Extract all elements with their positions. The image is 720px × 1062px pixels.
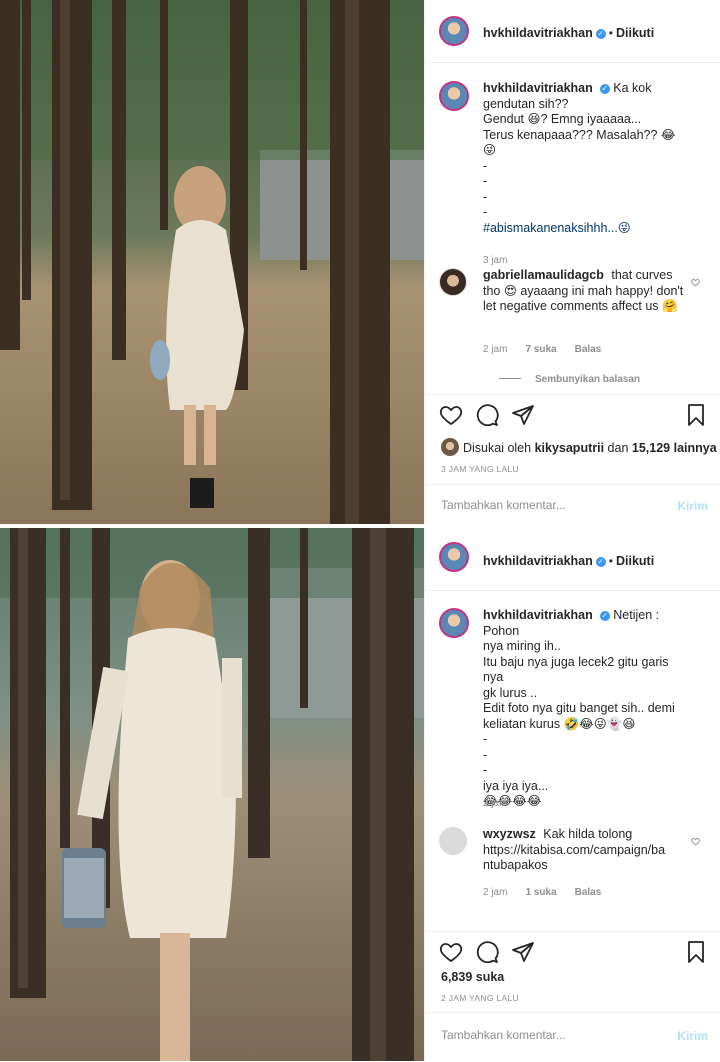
post-photo[interactable]	[0, 0, 424, 524]
heart-icon[interactable]	[439, 940, 463, 964]
caption-time[interactable]: 3 jam	[483, 255, 507, 266]
comment-time[interactable]: 2 jam	[483, 887, 507, 898]
caption-line: -	[483, 747, 488, 762]
caption-time[interactable]: 2 jam	[483, 798, 507, 809]
comment-input[interactable]	[439, 1027, 653, 1043]
caption-username[interactable]: hvkhildavitriakhan	[483, 81, 593, 95]
hashtag-link[interactable]: #abismakanenaksihhh...😜	[483, 221, 631, 235]
liker-avatar[interactable]	[441, 438, 459, 456]
comment-like-heart-icon[interactable]	[691, 837, 700, 846]
bookmark-icon[interactable]	[684, 940, 708, 964]
commenter-avatar[interactable]	[439, 268, 467, 296]
post-timestamp[interactable]: 3 JAM YANG LALU	[441, 464, 519, 474]
comment-likes[interactable]: 7 suka	[525, 344, 556, 355]
liked-by-prefix: Disukai oleh	[463, 441, 532, 455]
liked-by-joiner: dan	[607, 441, 629, 455]
caption-line: gk lurus ..	[483, 685, 538, 700]
reply-button[interactable]: Balas	[575, 887, 602, 898]
action-bar	[425, 931, 720, 968]
likes-count[interactable]: 6,839 suka	[441, 970, 504, 984]
caption-text: hvkhildavitriakhan ✓ Ka kok gendutan sih?…	[483, 81, 688, 236]
author-avatar[interactable]	[439, 542, 469, 572]
comment-link[interactable]: ntubapakos	[483, 858, 548, 872]
caption-line: keliatan kurus 🤣😂😜👻😆	[483, 716, 636, 731]
comment-meta: 2 jam 1 suka Balas	[483, 887, 619, 898]
post-timestamp[interactable]: 2 JAM YANG LALU	[441, 993, 519, 1003]
hide-replies-button[interactable]: Sembunyikan balasan	[499, 374, 640, 385]
comment-meta: 2 jam 7 suka Balas	[483, 344, 619, 355]
caption-meta: 3 jam	[483, 255, 525, 266]
separator-dot: •	[608, 26, 613, 40]
caption-line: iya iya iya...	[483, 778, 549, 793]
follow-status-button[interactable]: Diikuti	[616, 554, 654, 568]
author-avatar[interactable]	[439, 16, 469, 46]
author-username[interactable]: hvkhildavitriakhan	[483, 26, 593, 40]
post-sidebar: hvkhildavitriakhan ✓ • Diikuti hvkhildavitr…	[424, 0, 720, 524]
caption-line: -	[483, 174, 488, 188]
comment-like-heart-icon[interactable]	[691, 278, 700, 287]
caption-line: Gendut 😆? Emng iyaaaaa...	[483, 112, 642, 126]
verified-badge-icon: ✓	[599, 611, 610, 621]
post-2: hvkhildavitriakhan ✓ • Diikuti hvkhildavitr…	[0, 528, 720, 1061]
caption-line: -	[483, 205, 488, 219]
comment-icon[interactable]	[475, 403, 499, 427]
comment-time[interactable]: 2 jam	[483, 344, 507, 355]
heart-icon[interactable]	[439, 403, 463, 427]
caption-avatar[interactable]	[439, 81, 469, 111]
comment-username[interactable]: wxyzwsz	[483, 827, 536, 841]
post-1: hvkhildavitriakhan ✓ • Diikuti hvkhildavitr…	[0, 0, 720, 524]
caption-line: Terus kenapaaa??? Masalah?? 😂😜	[483, 127, 676, 158]
post-comment-button[interactable]: Kirim	[677, 1029, 708, 1043]
follow-status-button[interactable]: Diikuti	[616, 26, 654, 40]
caption-meta: 2 jam	[483, 798, 525, 809]
verified-badge-icon: ✓	[595, 557, 606, 567]
forest-photo	[0, 528, 424, 1061]
comment-line: Kak hilda tolong	[543, 827, 633, 841]
post-header: hvkhildavitriakhan ✓ • Diikuti	[425, 0, 720, 63]
bookmark-icon[interactable]	[684, 403, 708, 427]
comments-list: hvkhildavitriakhan ✓ Ka kok gendutan sih?…	[425, 63, 720, 393]
liked-by: Disukai oleh kikysaputrii dan 15,129 lai…	[441, 438, 717, 456]
likes-count[interactable]: 15,129 lainnya	[632, 441, 717, 455]
caption-username[interactable]: hvkhildavitriakhan	[483, 608, 593, 622]
comment-text: gabriellamaulidagcb that curves tho 😍 ay…	[483, 268, 688, 315]
header-text: hvkhildavitriakhan ✓ • Diikuti	[483, 552, 654, 570]
caption-text: hvkhildavitriakhan ✓ Netijen : Pohon nya …	[483, 608, 688, 810]
caption-line: Ka kok	[613, 81, 652, 95]
post-photo[interactable]	[0, 528, 424, 1061]
header-text: hvkhildavitriakhan ✓ • Diikuti	[483, 24, 654, 42]
commenter-avatar[interactable]	[439, 827, 467, 855]
post-header: hvkhildavitriakhan ✓ • Diikuti	[425, 528, 720, 591]
caption-line: Itu baju nya juga lecek2 gitu garis nya	[483, 654, 669, 685]
caption-avatar[interactable]	[439, 608, 469, 638]
author-username[interactable]: hvkhildavitriakhan	[483, 554, 593, 568]
caption-line: -	[483, 189, 488, 204]
caption-line: nya miring ih..	[483, 639, 561, 653]
separator-dot: •	[608, 554, 613, 568]
comment-text: wxyzwsz Kak hilda tolong https://kitabis…	[483, 827, 688, 874]
share-icon[interactable]	[511, 403, 535, 427]
comment-input[interactable]	[439, 497, 653, 513]
share-icon[interactable]	[511, 940, 535, 964]
action-bar	[425, 394, 720, 431]
comment-likes[interactable]: 1 suka	[525, 887, 556, 898]
forest-photo	[0, 0, 424, 524]
comments-list: hvkhildavitriakhan ✓ Netijen : Pohon nya …	[425, 591, 720, 936]
caption-line: Edit foto nya gitu banget sih.. demi	[483, 701, 675, 715]
caption-line: -	[483, 158, 488, 173]
verified-badge-icon: ✓	[599, 84, 610, 94]
comment-link[interactable]: https://kitabisa.com/campaign/ba	[483, 843, 665, 857]
post-sidebar: hvkhildavitriakhan ✓ • Diikuti hvkhildavitr…	[424, 528, 720, 1061]
add-comment-bar: Kirim	[425, 1012, 720, 1062]
reply-button[interactable]: Balas	[575, 344, 602, 355]
verified-badge-icon: ✓	[595, 29, 606, 39]
liker-username[interactable]: kikysaputrii	[535, 441, 604, 455]
caption-line: -	[483, 732, 488, 746]
comment-icon[interactable]	[475, 940, 499, 964]
post-comment-button[interactable]: Kirim	[677, 499, 708, 513]
caption-line: -	[483, 763, 488, 777]
caption-line: gendutan sih??	[483, 96, 569, 111]
add-comment-bar: Kirim	[425, 484, 720, 525]
comment-username[interactable]: gabriellamaulidagcb	[483, 268, 604, 282]
